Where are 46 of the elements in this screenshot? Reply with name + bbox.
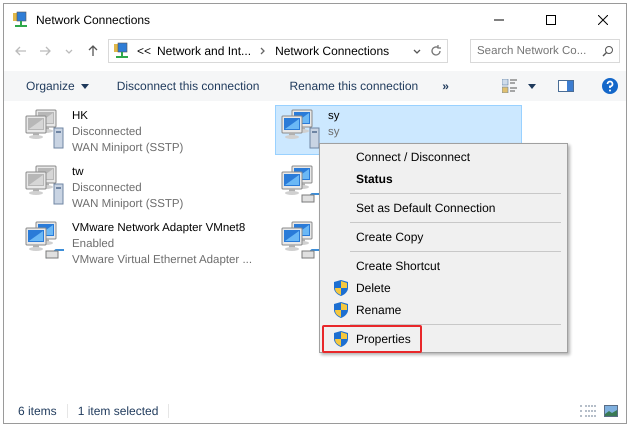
- menu-item[interactable]: Properties: [356, 332, 411, 346]
- menu-item[interactable]: Set as Default Connection: [356, 201, 496, 215]
- refresh-icon[interactable]: [429, 44, 443, 58]
- breadcrumb[interactable]: Network and Int...: [157, 44, 252, 58]
- dropdown-icon[interactable]: [528, 84, 536, 88]
- connection-name: sy: [328, 109, 340, 124]
- caret-icon: [80, 84, 89, 88]
- menu-item[interactable]: Status: [356, 172, 393, 186]
- connection-item[interactable]: tw Disconnected WAN Miniport (SSTP): [19, 161, 272, 211]
- connection-name: VMware Network Adapter VMnet8: [72, 221, 246, 236]
- device-name: WAN Miniport (SSTP): [72, 141, 184, 156]
- connection-name: tw: [72, 165, 84, 180]
- large-icons-view-icon[interactable]: [604, 405, 618, 417]
- search-icon: [602, 45, 614, 57]
- address-bar[interactable]: << Network and Int... Network Connections: [108, 39, 448, 63]
- connection-status: sy: [328, 125, 340, 140]
- search-field[interactable]: Search Network Co...: [470, 39, 620, 63]
- connection-status: Enabled: [72, 237, 116, 252]
- device-name: WAN Miniport (SSTP): [72, 197, 184, 212]
- network-folder-icon: [113, 42, 131, 60]
- help-icon[interactable]: [602, 78, 618, 94]
- selection-count: 1 item selected: [78, 404, 170, 418]
- breadcrumb[interactable]: Network Connections: [275, 44, 390, 58]
- connection-item[interactable]: VMware Network Adapter VMnet8 Enabled VMware Virtual Ethernet Adapter ...: [19, 217, 272, 267]
- menu-item[interactable]: Delete: [356, 281, 391, 295]
- toolbar-button[interactable]: Disconnect this connection: [100, 73, 272, 99]
- network-folder-icon: [12, 11, 30, 29]
- details-view-icon[interactable]: [580, 405, 596, 417]
- connection-item[interactable]: HK Disconnected WAN Miniport (SSTP): [19, 105, 272, 155]
- overflow-chevron[interactable]: <<: [137, 44, 152, 58]
- item-count: 6 items: [18, 404, 68, 418]
- more-commands-button[interactable]: »: [430, 73, 461, 99]
- maximize-icon: [546, 15, 556, 25]
- window-title: Network Connections: [36, 13, 152, 27]
- close-icon: [598, 15, 608, 25]
- organize-button[interactable]: Organize: [14, 73, 101, 99]
- connection-status: Disconnected: [72, 181, 143, 196]
- menu-item[interactable]: Create Shortcut: [356, 259, 440, 273]
- connection-name: HK: [72, 109, 89, 124]
- device-name: VMware Virtual Ethernet Adapter ...: [72, 253, 252, 268]
- menu-item[interactable]: Create Copy: [356, 230, 424, 244]
- menu-item[interactable]: Rename: [356, 303, 402, 317]
- connection-status: Disconnected: [72, 125, 143, 140]
- preview-pane-icon[interactable]: [558, 80, 574, 92]
- toolbar-button[interactable]: Rename this connection: [271, 73, 430, 99]
- view-options-icon[interactable]: [502, 79, 518, 93]
